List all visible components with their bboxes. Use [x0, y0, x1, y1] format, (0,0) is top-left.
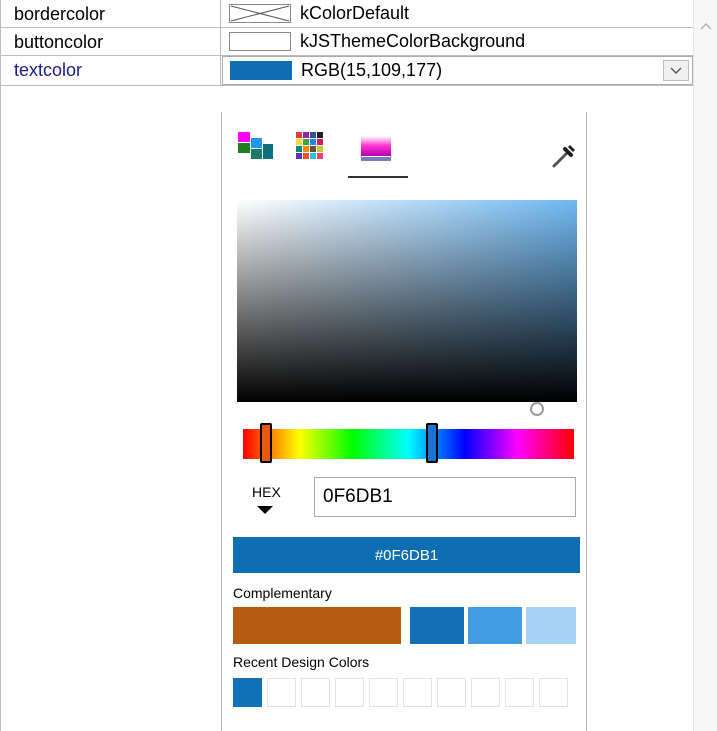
complementary-label: Complementary	[233, 585, 332, 601]
palette-grid-icon[interactable]	[238, 132, 276, 164]
grid-left-border	[0, 0, 1, 731]
property-value-cell[interactable]: RGB(15,109,177)	[222, 56, 693, 85]
property-row-bordercolor[interactable]: bordercolor kColorDefault	[0, 0, 693, 28]
hue-slider[interactable]	[243, 423, 574, 463]
gradient-icon[interactable]	[359, 132, 397, 164]
property-row-buttoncolor[interactable]: buttoncolor kJSThemeColorBackground	[0, 28, 693, 56]
recent-color-swatch[interactable]	[437, 678, 466, 707]
no-color-icon	[230, 5, 290, 22]
scroll-up-arrow-icon[interactable]	[699, 20, 713, 34]
property-value-cell[interactable]: kColorDefault	[222, 0, 693, 27]
complementary-swatch[interactable]	[410, 607, 464, 644]
caret-down-icon[interactable]	[257, 506, 273, 514]
complementary-swatch[interactable]	[468, 607, 522, 644]
property-name-cell: bordercolor	[0, 0, 221, 27]
property-grid: bordercolor kColorDefault buttoncolor kJ…	[0, 0, 693, 731]
eyedropper-icon[interactable]	[550, 142, 578, 170]
complementary-swatch[interactable]	[526, 607, 576, 644]
default-color-swatch[interactable]	[229, 4, 291, 23]
hex-input[interactable]	[314, 477, 576, 517]
recent-color-swatch[interactable]	[403, 678, 432, 707]
property-name-cell: textcolor	[0, 56, 221, 85]
property-name: bordercolor	[14, 4, 106, 24]
hue-thumb-right[interactable]	[425, 423, 438, 463]
recent-colors-label: Recent Design Colors	[233, 654, 370, 670]
recent-color-swatch[interactable]	[233, 678, 262, 707]
vertical-scrollbar[interactable]	[693, 0, 717, 731]
property-name-cell: buttoncolor	[0, 28, 221, 55]
dropdown-button[interactable]	[663, 60, 689, 81]
color-picker-popup: HEX #0F6DB1 Complementary Recent Design …	[221, 112, 587, 731]
recent-color-swatch[interactable]	[267, 678, 296, 707]
swatches-grid-icon[interactable]	[296, 132, 334, 164]
hue-thumb-left[interactable]	[260, 423, 273, 463]
property-name: buttoncolor	[14, 32, 104, 52]
recent-color-swatch[interactable]	[301, 678, 330, 707]
property-value: kJSThemeColorBackground	[300, 31, 526, 51]
sv-selector-handle[interactable]	[530, 402, 544, 416]
recent-color-swatch[interactable]	[471, 678, 500, 707]
complementary-swatch[interactable]	[233, 607, 401, 644]
property-name: textcolor	[14, 60, 83, 80]
property-value-cell[interactable]: kJSThemeColorBackground	[222, 28, 693, 55]
text-color-swatch[interactable]	[230, 61, 292, 80]
recent-color-swatch[interactable]	[505, 678, 534, 707]
recent-color-swatch[interactable]	[335, 678, 364, 707]
chevron-down-icon	[670, 67, 682, 74]
saturation-value-area[interactable]	[237, 200, 577, 416]
color-preview-bar: #0F6DB1	[233, 537, 580, 573]
recent-color-swatch[interactable]	[369, 678, 398, 707]
property-row-textcolor[interactable]: textcolor RGB(15,109,177)	[0, 56, 693, 86]
active-tab-underline	[348, 176, 408, 178]
recent-colors-row	[233, 678, 568, 707]
recent-color-swatch[interactable]	[539, 678, 568, 707]
hex-mode-label[interactable]: HEX	[252, 484, 281, 500]
property-value: RGB(15,109,177)	[301, 60, 443, 80]
background-color-swatch[interactable]	[229, 32, 291, 51]
property-value: kColorDefault	[300, 3, 410, 23]
